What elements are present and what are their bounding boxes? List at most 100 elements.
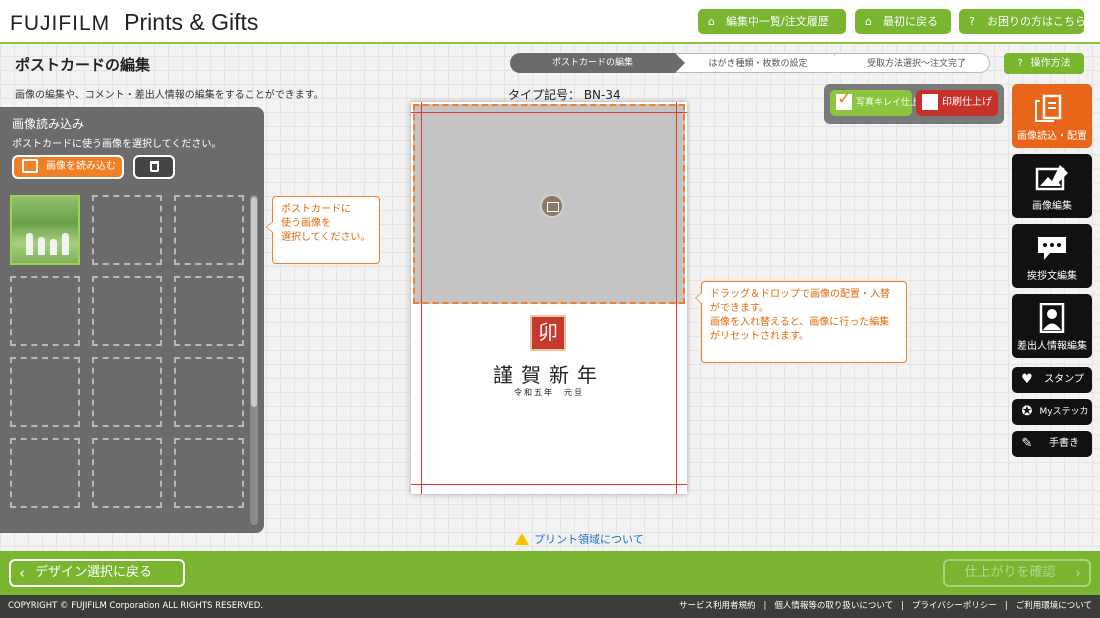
empty-thumbnail-slot [92,357,162,427]
how-to-button[interactable]: ? 操作方法 [1004,53,1084,74]
print-finish-label: 印刷仕上げ [942,97,992,108]
edit-list-label: 編集中一覧/注文履歴 [726,15,829,28]
print-guide-line [411,112,687,113]
thumbnail-scrollbar[interactable] [250,195,258,525]
tool-sender-edit[interactable]: 差出人情報編集 [1012,294,1092,358]
drag-drop-hint-text: ドラッグ＆ドロップで画像の配置・入替ができます。 画像を入れ替えると、画像に行っ… [710,289,890,342]
empty-thumbnail-slot [10,276,80,346]
step-2-label: はがき種類・枚数の設定 [708,59,808,69]
print-finish-option[interactable]: 印刷仕上げ [916,90,998,116]
speech-bubble-icon [1038,237,1066,260]
image-load-icon [1035,94,1062,122]
checkbox-checked-icon [836,88,852,110]
product-name: Prints & Gifts [124,9,259,35]
help-center-label: お困りの方はこちら [987,15,1086,28]
tool-image-load[interactable]: 画像読込・配置 [1012,84,1092,148]
empty-thumbnail-slot [174,357,244,427]
print-guide-line [676,102,677,494]
person-figure [26,233,33,255]
footer-link-personal-info[interactable]: 個人情報等の取り扱いについて [774,601,893,611]
tool-stamp[interactable]: ♥ スタンプ [1012,367,1092,393]
zodiac-stamp[interactable]: 卯 [530,315,566,351]
home-icon: ⌂ [865,15,872,28]
trash-icon [150,161,159,172]
how-to-label: 操作方法 [1030,58,1071,69]
drag-drop-hint: ドラッグ＆ドロップで画像の配置・入替ができます。 画像を入れ替えると、画像に行っ… [695,281,907,363]
footer-separator: | [763,601,767,611]
type-code: タイプ記号： BN-34 [508,88,621,102]
print-guide-line [411,484,687,485]
image-load-panel: 画像読み込み ポストカードに使う画像を選択してください。 画像を読み込む [0,107,264,533]
tool-greeting-edit[interactable]: 挨拶文編集 [1012,224,1092,288]
greeting-date[interactable]: 令和五年 元旦 [411,387,687,398]
photo-finish-option[interactable]: 写真キレイ仕上げ [830,88,928,116]
image-thumbnail[interactable] [10,195,80,265]
image-placeholder-icon [540,194,564,218]
pen-icon: ✎ [1021,436,1033,451]
copyright: COPYRIGHT © FUJIFILM Corporation ALL RIG… [8,601,264,611]
person-figure [38,237,45,255]
person-figure [62,233,69,255]
edit-list-button[interactable]: ⌂ 編集中一覧/注文履歴 [698,9,846,34]
tool-handwriting[interactable]: ✎ 手書き [1012,431,1092,457]
chevron-right-icon: › [1075,564,1081,582]
print-area-link[interactable]: プリント領域について [515,531,644,547]
warning-icon [515,533,529,545]
back-to-start-label: 最初に戻る [883,15,938,28]
stamp-icon: ♥ [1021,372,1033,387]
page-title: ポストカードの編集 [15,56,151,74]
tool-sender-edit-label: 差出人情報編集 [1017,341,1087,352]
help-center-button[interactable]: ? お困りの方はこちら [959,9,1086,34]
confirm-finish-label: 仕上がりを確認 [964,565,1056,580]
footer-link-terms[interactable]: サービス利用者規約 [679,601,756,611]
finish-options: 写真キレイ仕上げ 印刷仕上げ [824,84,1004,124]
step-3-label: 受取方法選択〜注文完了 [866,59,966,69]
confirm-finish-button[interactable]: 仕上がりを確認 › [943,559,1091,587]
empty-thumbnail-slot [92,438,162,508]
chevron-left-icon: ‹ [19,564,25,582]
footer-separator: | [1004,601,1008,611]
scrollbar-thumb[interactable] [251,197,257,407]
back-to-design-button[interactable]: ‹ デザイン選択に戻る [9,559,185,587]
step-2: はがき種類・枚数の設定 [670,53,843,73]
empty-thumbnail-slot [10,438,80,508]
tool-image-edit[interactable]: 画像編集 [1012,154,1092,218]
footer-link-environment[interactable]: ご利用環境について [1016,601,1092,611]
person-figure [50,239,57,255]
footer-separator: | [901,601,905,611]
step-1-label: ポストカードの編集 [551,58,633,68]
home-icon: ⌂ [708,15,715,28]
select-image-hint: ポストカードに 使う画像を 選択してください。 [266,196,380,264]
checkbox-empty-icon [922,94,938,110]
print-area-link-label: プリント領域について [534,533,644,546]
panel-title: 画像読み込み [12,117,85,131]
empty-thumbnail-slot [92,276,162,346]
empty-thumbnail-slot [174,438,244,508]
step-1-current: ポストカードの編集 [510,53,685,73]
footer: COPYRIGHT © FUJIFILM Corporation ALL RIG… [0,595,1100,618]
sticker-icon: ✪ [1021,404,1033,419]
empty-thumbnail-slot [174,195,244,265]
load-image-button[interactable]: 画像を読み込む [12,155,124,179]
monitor-icon [22,159,38,173]
footer-link-privacy[interactable]: プライバシーポリシー [912,601,997,611]
back-to-start-button[interactable]: ⌂ 最初に戻る [855,9,951,34]
person-icon [1039,303,1065,333]
panel-subtitle: ポストカードに使う画像を選択してください。 [12,139,222,150]
header: FUJIFILM Prints & Gifts ⌂ 編集中一覧/注文履歴 ⌂ 最初… [0,0,1100,44]
empty-thumbnail-slot [92,195,162,265]
tool-handwriting-label: 手書き [1049,438,1079,449]
image-edit-icon [1035,165,1068,191]
progress-steps: 受取方法選択〜注文完了 はがき種類・枚数の設定 ポストカードの編集 [510,53,990,73]
delete-image-button[interactable] [133,155,175,179]
bottom-nav-bar: ‹ デザイン選択に戻る 仕上がりを確認 › [0,551,1100,595]
tool-greeting-edit-label: 挨拶文編集 [1027,271,1077,282]
back-to-design-label: デザイン選択に戻る [35,565,153,580]
photo-drop-area[interactable] [413,104,685,304]
logo[interactable]: FUJIFILM Prints & Gifts [10,9,258,36]
tool-my-sticker[interactable]: ✪ Myステッカー [1012,399,1092,443]
footer-links: サービス利用者規約 | 個人情報等の取り扱いについて | プライバシーポリシー | ご利用環… [679,595,1092,618]
greeting-text[interactable]: 謹賀新年 [411,359,687,388]
postcard-preview: 卯 謹賀新年 令和五年 元旦 [411,102,687,494]
empty-thumbnail-slot [174,276,244,346]
